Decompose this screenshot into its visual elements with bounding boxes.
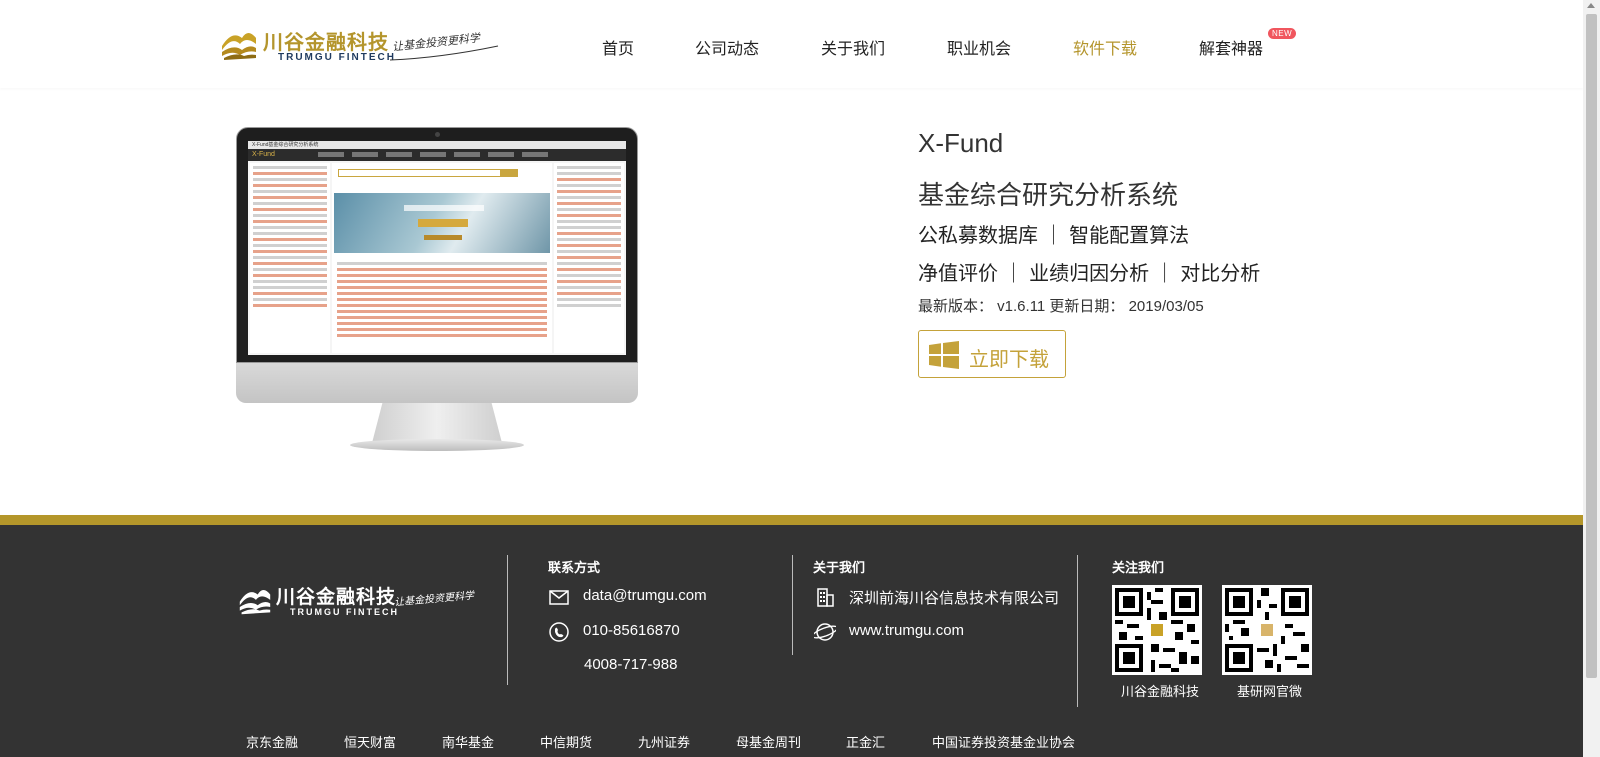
website-link[interactable]: www.trumgu.com [849,622,964,639]
footer-divider [792,555,793,655]
screen-banner [334,193,550,253]
screen-news-list [334,259,550,353]
monitor-screen: X-Fund基金综合研究分析系统 X-Fund [248,141,626,355]
footer-brand-name-en: TRUMGU FINTECH [290,607,399,617]
email-icon [549,590,569,605]
footer-logo[interactable]: 川谷金融科技 TRUMGU FINTECH 让基金投资更科学 [238,580,498,620]
globe-icon [814,623,836,641]
qr-label-trumgu: 川谷金融科技 [1121,684,1200,699]
screen-nav-item [454,152,480,157]
brand-name-en: TRUMGU FINTECH [278,52,396,63]
monitor-chin [236,363,638,403]
partner-link[interactable]: 恒天财富 [344,732,396,751]
monitor-camera [435,132,440,137]
screen-nav-item [318,152,344,157]
screen-right-panel [554,163,624,353]
new-badge: NEW [1268,28,1297,39]
partner-link[interactable]: 正金汇 [846,732,885,751]
nav-item-about[interactable]: 关于我们 [821,35,885,59]
screen-search-box [338,169,518,177]
monitor-base [350,439,524,451]
nav-item-download[interactable]: 软件下载 [1073,35,1137,59]
download-button[interactable]: 立即下载 [918,330,1066,378]
qr-code-jiyan [1222,585,1312,675]
screen-nav-item [488,152,514,157]
screen-nav-item [522,152,548,157]
product-version: 最新版本： v1.6.11 更新日期： 2019/03/05 [918,298,1204,315]
product-screenshot-monitor: X-Fund基金综合研究分析系统 X-Fund [236,127,638,457]
brand-logo[interactable]: 川谷金融科技 TRUMGU FINTECH 让基金投资更科学 [220,22,500,64]
nav-item-home[interactable]: 首页 [602,35,634,59]
scrollbar-thumb[interactable] [1586,14,1597,678]
logo-mountain-icon [222,33,256,60]
qr-label-jiyan: 基研网官微 [1237,684,1303,699]
nav-item-careers[interactable]: 职业机会 [947,35,1011,59]
footer-brand-name-cn: 川谷金融科技 [276,586,397,608]
partner-link[interactable]: 南华基金 [442,732,494,751]
nav-item-news[interactable]: 公司动态 [695,35,759,59]
windows-icon [929,341,959,369]
product-features-2: 净值评价 ｜ 业绩归因分析 ｜ 对比分析 [918,263,1261,285]
footer-brand-slogan: 让基金投资更科学 [393,590,475,609]
product-features-1: 公私募数据库 ｜ 智能配置算法 [918,225,1190,247]
partner-link[interactable]: 母基金周刊 [736,732,801,751]
monitor-stand [372,403,502,443]
partner-link[interactable]: 中国证券投资基金业协会 [932,732,1075,751]
logo-mountain-icon [239,590,271,615]
footer-divider [1077,555,1078,707]
screen-app-nav: X-Fund [248,149,626,161]
product-title: X-Fund [918,128,1004,158]
contact-phone-2: 4008-717-988 [584,656,678,673]
partner-link[interactable]: 九州证券 [638,732,690,751]
contact-email[interactable]: data@trumgu.com [583,587,707,604]
screen-nav-item [386,152,412,157]
building-icon [817,588,834,607]
screen-nav-item [352,152,378,157]
company-name: 深圳前海川谷信息技术有限公司 [849,590,1060,607]
screen-app-name: X-Fund [252,151,275,158]
qr-code-trumgu [1112,585,1202,675]
follow-heading: 关注我们 [1112,560,1165,575]
page-scrollbar[interactable] [1583,0,1600,757]
site-header: 川谷金融科技 TRUMGU FINTECH 让基金投资更科学 首页 公司动态 关… [0,0,1583,88]
screen-window-title: X-Fund基金综合研究分析系统 [248,141,626,149]
contact-heading: 联系方式 [548,560,601,575]
partner-link[interactable]: 中信期货 [540,732,592,751]
footer-divider [507,555,508,685]
nav-item-tool[interactable]: 解套神器 [1199,35,1263,59]
brand-name-cn: 川谷金融科技 [263,30,389,54]
phone-icon [549,622,569,642]
footer-accent-bar [0,515,1583,525]
about-heading: 关于我们 [813,560,866,575]
contact-phone-1: 010-85616870 [583,622,680,639]
partner-link[interactable]: 京东金融 [246,732,298,751]
product-subtitle: 基金综合研究分析系统 [918,180,1179,210]
screen-nav-item [420,152,446,157]
download-button-label: 立即下载 [969,349,1049,371]
slogan-swoosh [390,45,499,61]
screen-left-panel [250,163,330,353]
scroll-up-icon[interactable] [1587,3,1595,8]
